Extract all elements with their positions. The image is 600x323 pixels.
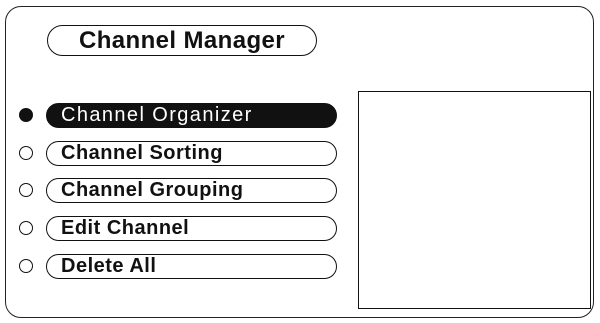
menu-item-channel-sorting[interactable]: Channel Sorting xyxy=(18,141,343,167)
radio-unselected-icon xyxy=(19,259,33,273)
menu-item-channel-grouping[interactable]: Channel Grouping xyxy=(18,178,343,204)
menu-item-label[interactable]: Channel Organizer xyxy=(46,103,337,128)
menu-item-label[interactable]: Channel Sorting xyxy=(46,141,337,166)
menu-item-label[interactable]: Edit Channel xyxy=(46,216,337,241)
radio-unselected-icon xyxy=(19,183,33,197)
menu-item-label[interactable]: Delete All xyxy=(46,254,337,279)
radio-unselected-icon xyxy=(19,146,33,160)
page-title: Channel Manager xyxy=(47,25,317,56)
preview-window xyxy=(358,91,591,309)
menu-item-label[interactable]: Channel Grouping xyxy=(46,178,337,203)
menu-item-channel-organizer[interactable]: Channel Organizer xyxy=(18,103,343,129)
menu-item-delete-all[interactable]: Delete All xyxy=(18,254,343,280)
radio-selected-icon xyxy=(19,108,33,122)
menu-item-edit-channel[interactable]: Edit Channel xyxy=(18,216,343,242)
radio-unselected-icon xyxy=(19,221,33,235)
